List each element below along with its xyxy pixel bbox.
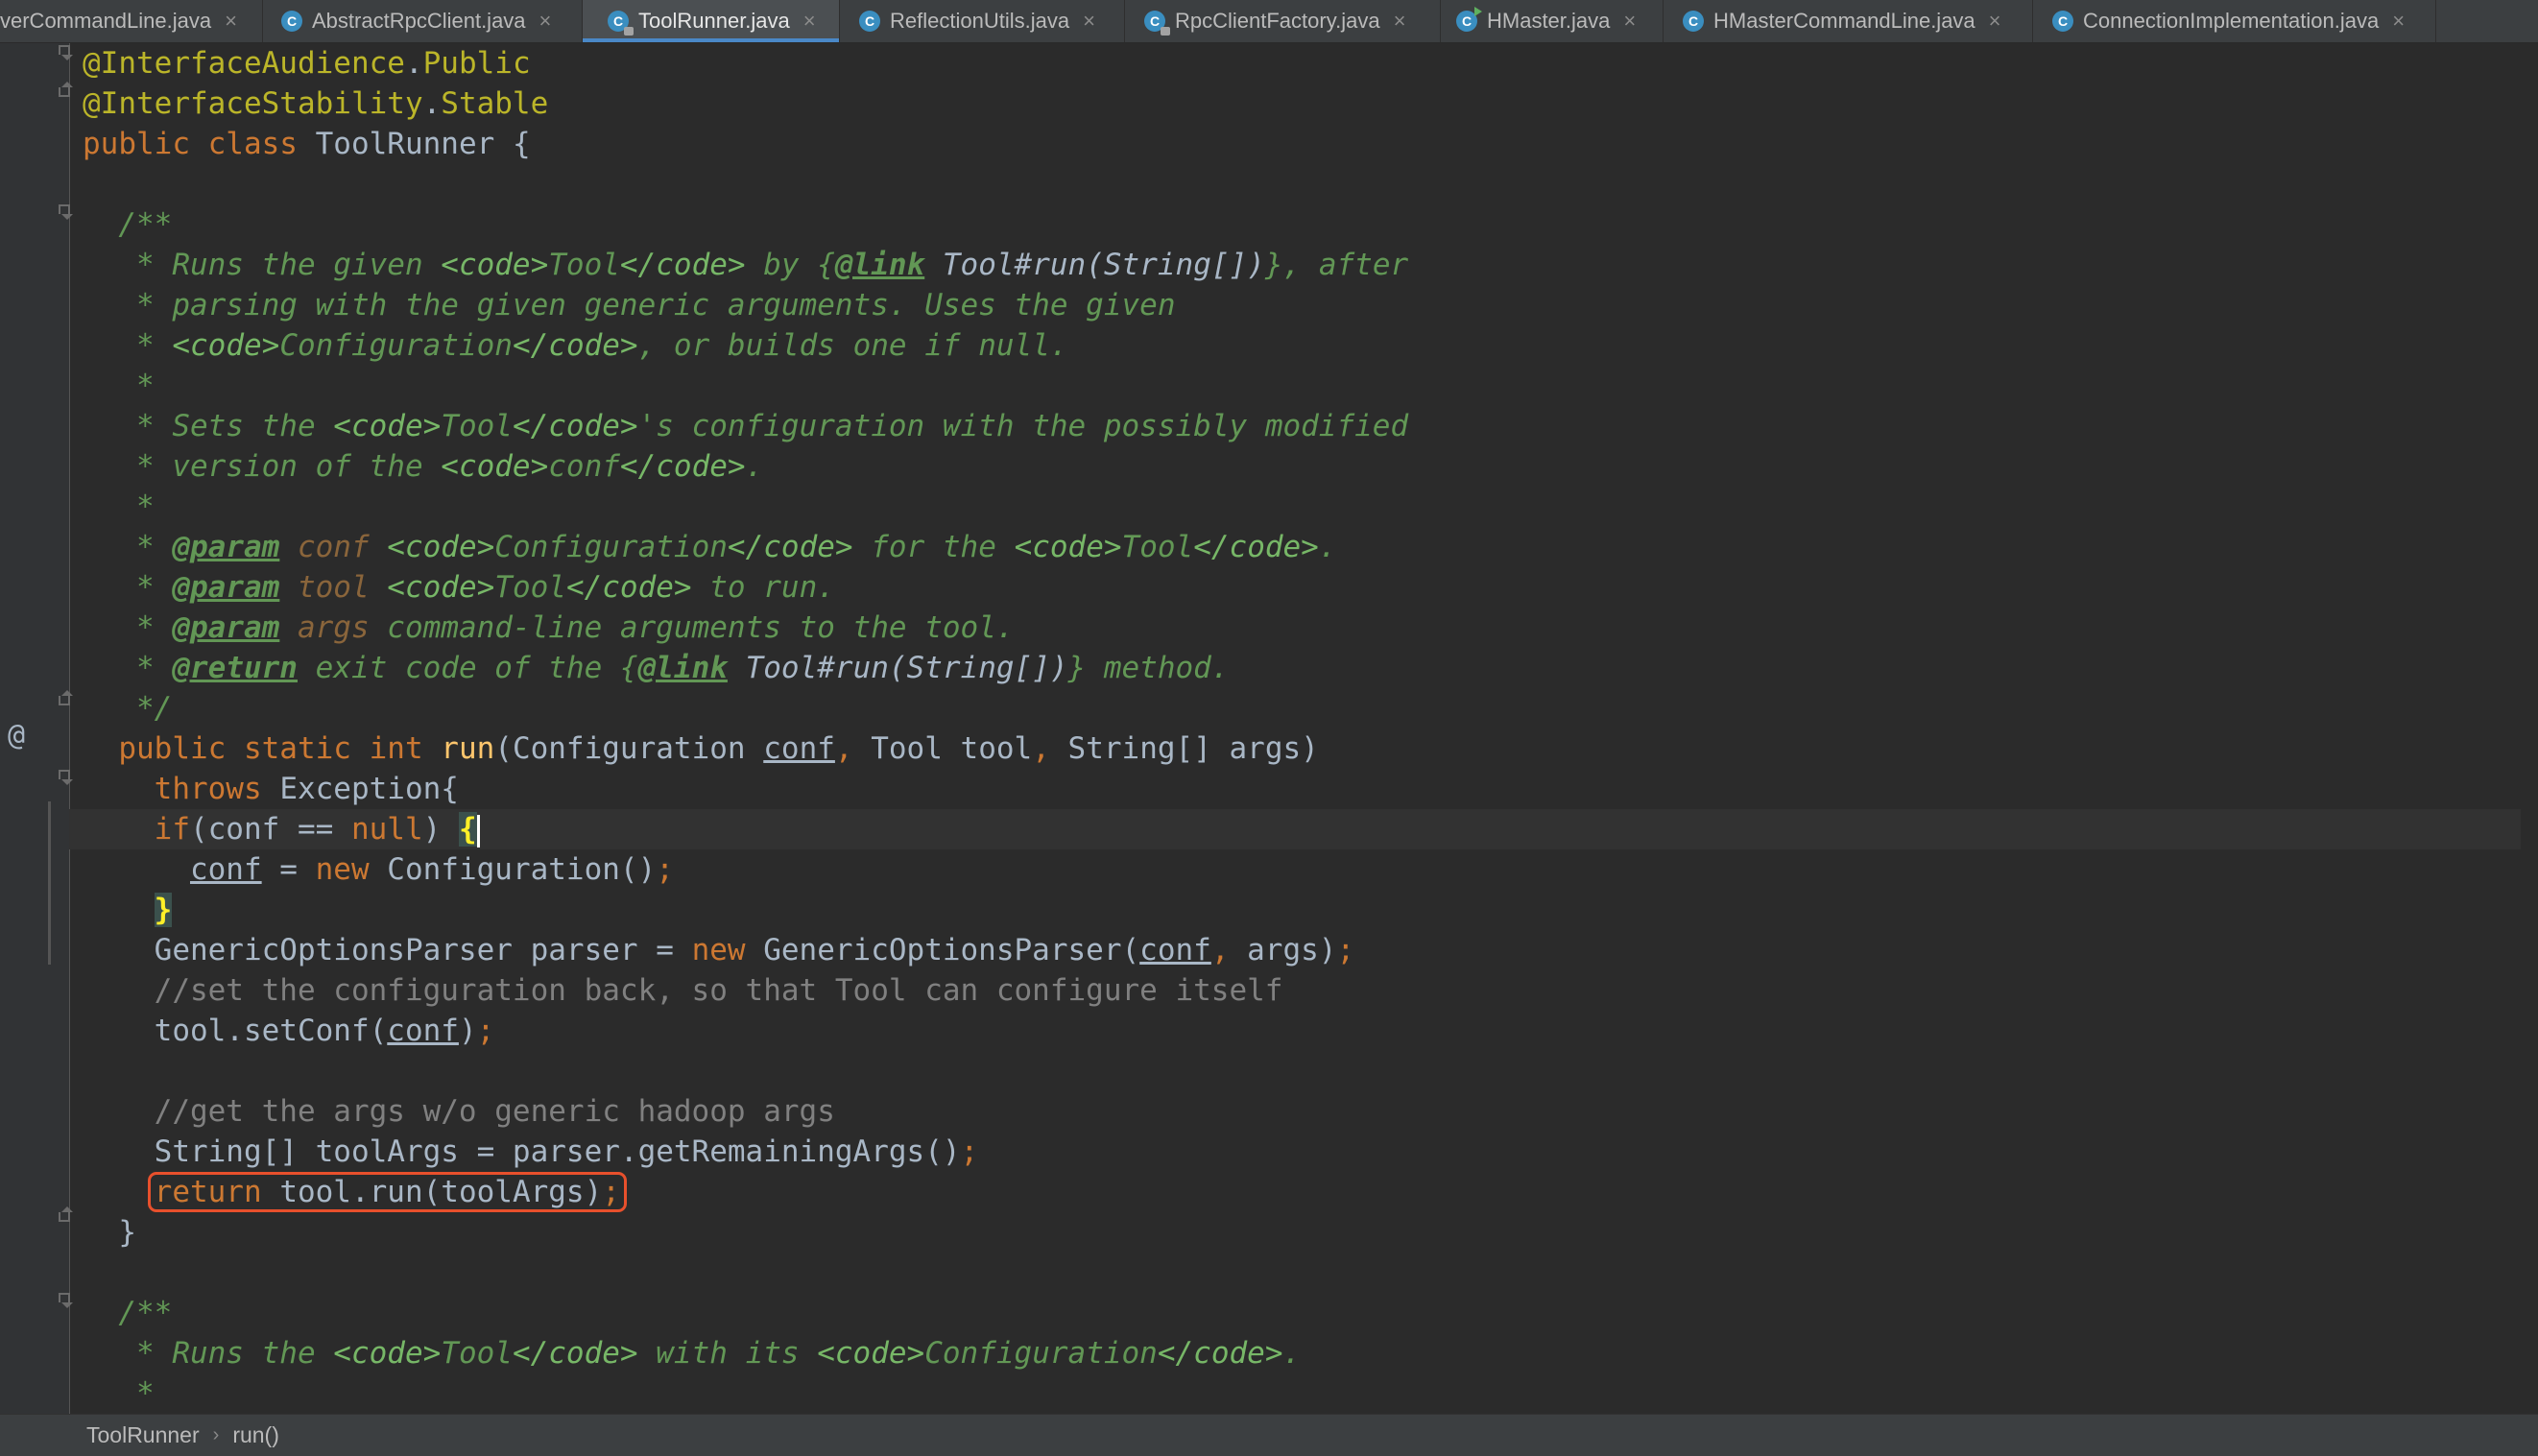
tab-reflectionutils[interactable]: C ReflectionUtils.java × [840, 0, 1125, 42]
code-line: @InterfaceAudience.Public [83, 46, 531, 81]
fold-end-icon[interactable] [57, 1205, 74, 1224]
abstract-class-icon: C [281, 11, 302, 32]
fold-collapse-icon[interactable] [57, 768, 74, 787]
runnable-class-icon: C [1456, 7, 1482, 32]
close-icon[interactable]: × [1623, 9, 1636, 34]
tab-vercommandline[interactable]: verCommandLine.java × [0, 0, 263, 42]
class-icon: C [859, 11, 880, 32]
fold-collapse-icon[interactable] [57, 203, 74, 222]
code-line: //set the configuration back, so that To… [83, 973, 1283, 1008]
tab-hmaster[interactable]: C HMaster.java × [1441, 0, 1664, 42]
close-icon[interactable]: × [225, 9, 237, 34]
tab-label: AbstractRpcClient.java [312, 9, 526, 33]
code-line: * Runs the given <code>Tool</code> by {@… [83, 248, 1409, 282]
code-line: * <code>Configuration</code>, or builds … [83, 328, 1068, 363]
breadcrumb: ToolRunner › run() [0, 1414, 2538, 1456]
highlighted-return-statement: return tool.run(toolArgs); [147, 1172, 627, 1212]
code-line: * Runs the <code>Tool</code> with its <c… [83, 1336, 1302, 1371]
fold-end-icon[interactable] [57, 80, 74, 99]
locked-class-icon: C [1144, 11, 1170, 36]
locked-class-icon: C [608, 11, 634, 36]
code-line: * @param conf <code>Configuration</code>… [83, 530, 1337, 564]
tab-hmastercommandline[interactable]: C HMasterCommandLine.java × [1664, 0, 2033, 42]
code-line: public class ToolRunner { [83, 127, 531, 161]
tab-label: RpcClientFactory.java [1175, 9, 1380, 33]
code-line: * @param args command-line arguments to … [83, 610, 1015, 645]
close-icon[interactable]: × [1394, 9, 1406, 34]
code-line: conf = new Configuration(); [189, 852, 674, 887]
code-line: @InterfaceStability.Stable [83, 86, 549, 121]
code-line: * [83, 489, 155, 524]
tab-label: HMaster.java [1487, 9, 1611, 33]
breadcrumb-method[interactable]: run() [225, 1422, 287, 1448]
code-line: * @param tool <code>Tool</code> to run. [83, 570, 835, 605]
code-line-current: if(conf == null) { [69, 809, 2521, 849]
code-line: * [83, 369, 155, 403]
code-line: tool.setConf(conf); [83, 1014, 495, 1048]
code-line: * Sets the <code>Tool</code>'s configura… [83, 409, 1409, 443]
tab-label: HMasterCommandLine.java [1713, 9, 1975, 33]
vcs-change-marker[interactable] [48, 801, 51, 965]
breadcrumb-class[interactable]: ToolRunner [79, 1422, 207, 1448]
code-content[interactable]: @InterfaceAudience.Public @InterfaceStab… [69, 43, 2521, 1414]
tab-abstractrpcclient[interactable]: C AbstractRpcClient.java × [264, 0, 583, 42]
breadcrumb-separator-icon: › [212, 1424, 220, 1445]
tab-label: ConnectionImplementation.java [2083, 9, 2380, 33]
close-icon[interactable]: × [803, 9, 816, 34]
code-line: */ [83, 691, 173, 726]
fold-end-icon[interactable] [57, 688, 74, 707]
editor-gutter: @ [0, 43, 73, 1414]
code-line: /** [83, 1296, 173, 1330]
code-line: * @return exit code of the {@link Tool#r… [83, 651, 1230, 685]
fold-end-icon[interactable] [57, 43, 74, 62]
code-line: * [83, 1376, 155, 1411]
code-line: * parsing with the given generic argumen… [83, 288, 1176, 322]
code-line: throws Exception{ [154, 772, 459, 806]
tab-label: ToolRunner.java [638, 9, 790, 33]
close-icon[interactable]: × [539, 9, 552, 34]
class-name: ToolRunner [315, 127, 495, 161]
code-line: return tool.run(toolArgs); [83, 1172, 2521, 1212]
class-icon: C [2052, 11, 2073, 32]
close-icon[interactable]: × [1083, 9, 1095, 34]
code-line: String[] toolArgs = parser.getRemainingA… [83, 1134, 979, 1169]
code-line: } [83, 1215, 136, 1250]
tab-label: ReflectionUtils.java [890, 9, 1070, 33]
close-icon[interactable]: × [1989, 9, 2001, 34]
code-line: * version of the <code>conf</code>. [83, 449, 764, 484]
code-line: } [154, 893, 173, 927]
code-line: GenericOptionsParser parser = new Generi… [83, 933, 1355, 967]
code-editor[interactable]: @ @InterfaceAudience.Public @InterfaceSt… [0, 43, 2538, 1414]
fold-collapse-icon[interactable] [57, 1291, 74, 1310]
tab-rpcclientfactory[interactable]: C RpcClientFactory.java × [1125, 0, 1441, 42]
code-line: //get the args w/o generic hadoop args [83, 1094, 835, 1129]
code-line: /** [83, 207, 173, 242]
override-icon[interactable]: @ [8, 719, 25, 752]
text-caret [476, 814, 480, 847]
editor-tab-bar: verCommandLine.java × C AbstractRpcClien… [0, 0, 2538, 43]
code-line: public static int run(Configuration conf… [118, 731, 1319, 766]
class-icon: C [1683, 11, 1704, 32]
tab-connectionimplementation[interactable]: C ConnectionImplementation.java × [2033, 0, 2436, 42]
tab-label: verCommandLine.java [0, 9, 212, 33]
tab-toolrunner[interactable]: C ToolRunner.java × [583, 0, 840, 42]
close-icon[interactable]: × [2392, 9, 2405, 34]
